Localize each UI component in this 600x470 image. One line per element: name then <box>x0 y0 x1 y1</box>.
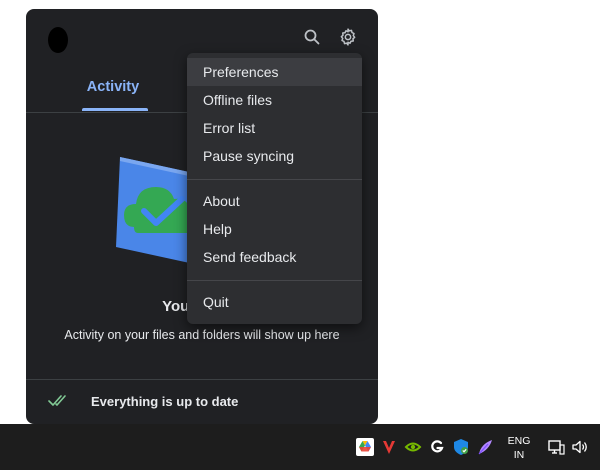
google-drive-icon <box>356 438 374 456</box>
region-code: IN <box>513 449 525 461</box>
menu-item-quit[interactable]: Quit <box>187 288 362 316</box>
network-icon <box>548 440 565 455</box>
account-avatar[interactable] <box>48 27 68 53</box>
tab-activity[interactable]: Activity <box>78 69 148 111</box>
sync-status: Everything is up to date <box>26 380 378 424</box>
menu-separator <box>187 280 362 281</box>
menu-item-help[interactable]: Help <box>187 215 362 243</box>
search-button[interactable] <box>297 22 327 52</box>
menu-item-pause-syncing[interactable]: Pause syncing <box>187 142 362 170</box>
language-indicator[interactable]: ENG IN <box>505 434 533 462</box>
tray-google-drive[interactable] <box>356 438 374 456</box>
taskbar: ENG IN <box>0 424 600 470</box>
feather-icon <box>478 440 492 455</box>
menu-item-send-feedback[interactable]: Send feedback <box>187 243 362 271</box>
tray-network[interactable] <box>547 438 565 456</box>
menu-item-error-list[interactable]: Error list <box>187 114 362 142</box>
tab-active-indicator <box>82 108 148 111</box>
tray-feather-app[interactable] <box>476 438 494 456</box>
menu-item-about[interactable]: About <box>187 187 362 215</box>
menu-item-preferences[interactable]: Preferences <box>187 58 362 86</box>
tray-speaker[interactable] <box>571 438 589 456</box>
gear-icon <box>340 28 356 46</box>
double-check-icon <box>48 395 66 406</box>
search-icon <box>304 29 320 45</box>
menu-item-offline-files[interactable]: Offline files <box>187 86 362 114</box>
tray-windows-security[interactable] <box>452 438 470 456</box>
empty-state-subtitle: Activity on your files and folders will … <box>64 328 340 342</box>
windows-security-icon <box>454 439 468 455</box>
nvidia-icon <box>404 442 422 452</box>
settings-menu: Preferences Offline files Error list Pau… <box>187 53 362 324</box>
speaker-icon <box>572 440 587 454</box>
tray-vivaldi[interactable] <box>380 438 398 456</box>
language-code: ENG <box>507 435 531 447</box>
tray-logitech[interactable] <box>428 438 446 456</box>
tray-nvidia[interactable] <box>404 438 422 456</box>
logitech-g-icon <box>431 440 444 453</box>
sync-status-text: Everything is up to date <box>91 394 239 409</box>
menu-separator <box>187 179 362 180</box>
vivaldi-icon <box>383 441 395 454</box>
settings-button[interactable] <box>333 22 363 52</box>
